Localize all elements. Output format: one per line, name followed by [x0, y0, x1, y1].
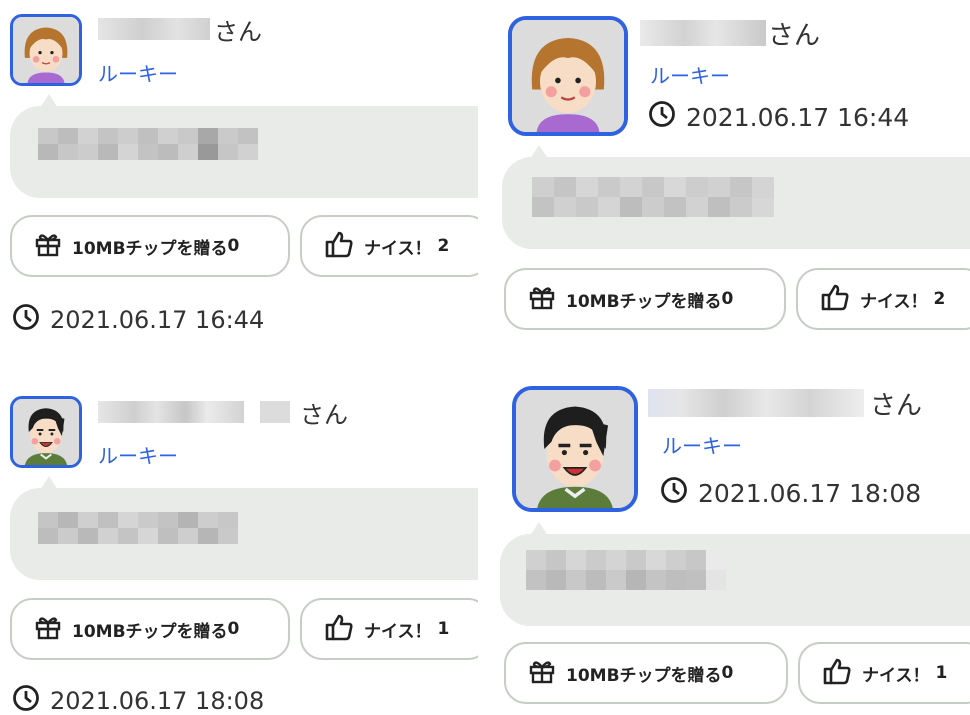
woman-avatar-icon[interactable] [508, 16, 628, 136]
honorific: さん [214, 17, 262, 46]
honorific: さん [870, 390, 923, 421]
man-avatar-icon[interactable] [10, 396, 82, 468]
nice-label: ナイス！ [364, 238, 432, 259]
tip-button[interactable]: 10MBチップを贈る 0 [10, 598, 290, 660]
comment-bubble [500, 534, 970, 626]
nice-count: 2 [437, 236, 450, 256]
username-row: さん [98, 14, 262, 46]
gift-icon [528, 283, 556, 316]
rank-label[interactable]: ルーキー [98, 440, 178, 469]
tip-label: 10MBチップを贈る [566, 665, 722, 686]
clock-icon [12, 303, 40, 337]
nice-label: ナイス！ [364, 621, 432, 642]
timestamp: 2021.06.17 18:08 [12, 684, 264, 715]
post-panel-top-left: さん ルーキー 10MBチップを贈る 0 ナイス！ 2 2021.06.17 1… [0, 0, 478, 358]
nice-label: ナイス！ [862, 665, 930, 686]
blurred-username [98, 18, 210, 40]
tip-count: 0 [227, 236, 240, 256]
gift-icon [34, 230, 62, 263]
rank-label[interactable]: ルーキー [650, 60, 730, 89]
honorific: さん [768, 20, 821, 51]
nice-button[interactable]: ナイス！ 1 [300, 598, 478, 660]
tip-count: 0 [721, 663, 734, 683]
man-avatar-icon[interactable] [512, 386, 638, 512]
blurred-username [640, 20, 766, 46]
blurred-comment [532, 177, 774, 217]
nice-count: 1 [935, 663, 948, 683]
tip-count: 0 [227, 619, 240, 639]
nice-button[interactable]: ナイス！ 2 [796, 268, 970, 330]
nice-count: 2 [933, 289, 946, 309]
tip-label: 10MBチップを贈る [72, 621, 228, 642]
thumbs-up-icon [822, 656, 852, 691]
thumbs-up-icon [324, 229, 354, 264]
post-panel-top-right: さん ルーキー 2021.06.17 16:44 10MBチップを贈る 0 ナイ… [492, 0, 970, 358]
thumbs-up-icon [324, 612, 354, 647]
timestamp: 2021.06.17 18:08 [660, 476, 921, 510]
timestamp-text: 2021.06.17 16:44 [686, 102, 910, 132]
blurred-username [98, 401, 244, 423]
blurred-comment [38, 512, 238, 544]
rank-label[interactable]: ルーキー [662, 430, 742, 459]
post-panel-bottom-right: さん ルーキー 2021.06.17 18:08 10MBチップを贈る 0 ナイ… [492, 366, 970, 715]
timestamp-text: 2021.06.17 18:08 [698, 478, 922, 508]
nice-label: ナイス！ [860, 291, 928, 312]
clock-icon [12, 684, 40, 715]
tip-label: 10MBチップを贈る [72, 238, 228, 259]
woman-avatar-icon[interactable] [10, 14, 82, 86]
clock-icon [660, 476, 688, 510]
comment-bubble [10, 488, 478, 580]
thumbs-up-icon [820, 282, 850, 317]
gift-icon [34, 613, 62, 646]
gift-icon [528, 657, 556, 690]
username-row: さん [640, 16, 821, 51]
clock-icon [648, 100, 676, 134]
tip-button[interactable]: 10MBチップを贈る 0 [504, 268, 786, 330]
timestamp: 2021.06.17 16:44 [12, 303, 264, 337]
tip-button[interactable]: 10MBチップを贈る 0 [504, 642, 788, 704]
timestamp-text: 2021.06.17 16:44 [50, 306, 265, 334]
timestamp: 2021.06.17 16:44 [648, 100, 909, 134]
blurred-comment [38, 128, 258, 160]
tip-label: 10MBチップを贈る [566, 291, 722, 312]
honorific: さん [300, 400, 348, 429]
panel-divider [478, 0, 492, 715]
blurred-comment [526, 550, 726, 590]
blurred-username-part [260, 401, 290, 423]
nice-button[interactable]: ナイス！ 1 [798, 642, 970, 704]
username-row: さん [648, 386, 923, 421]
tip-button[interactable]: 10MBチップを贈る 0 [10, 215, 290, 277]
nice-count: 1 [437, 619, 450, 639]
username-row: さん [98, 396, 348, 429]
timestamp-text: 2021.06.17 18:08 [50, 687, 265, 715]
post-panel-bottom-left: さん ルーキー 10MBチップを贈る 0 ナイス！ 1 2021.06.17 1… [0, 380, 478, 715]
comment-bubble [10, 106, 478, 198]
comment-bubble [502, 157, 970, 249]
tip-count: 0 [721, 289, 734, 309]
rank-label[interactable]: ルーキー [98, 58, 178, 87]
blurred-username [648, 389, 864, 417]
nice-button[interactable]: ナイス！ 2 [300, 215, 478, 277]
